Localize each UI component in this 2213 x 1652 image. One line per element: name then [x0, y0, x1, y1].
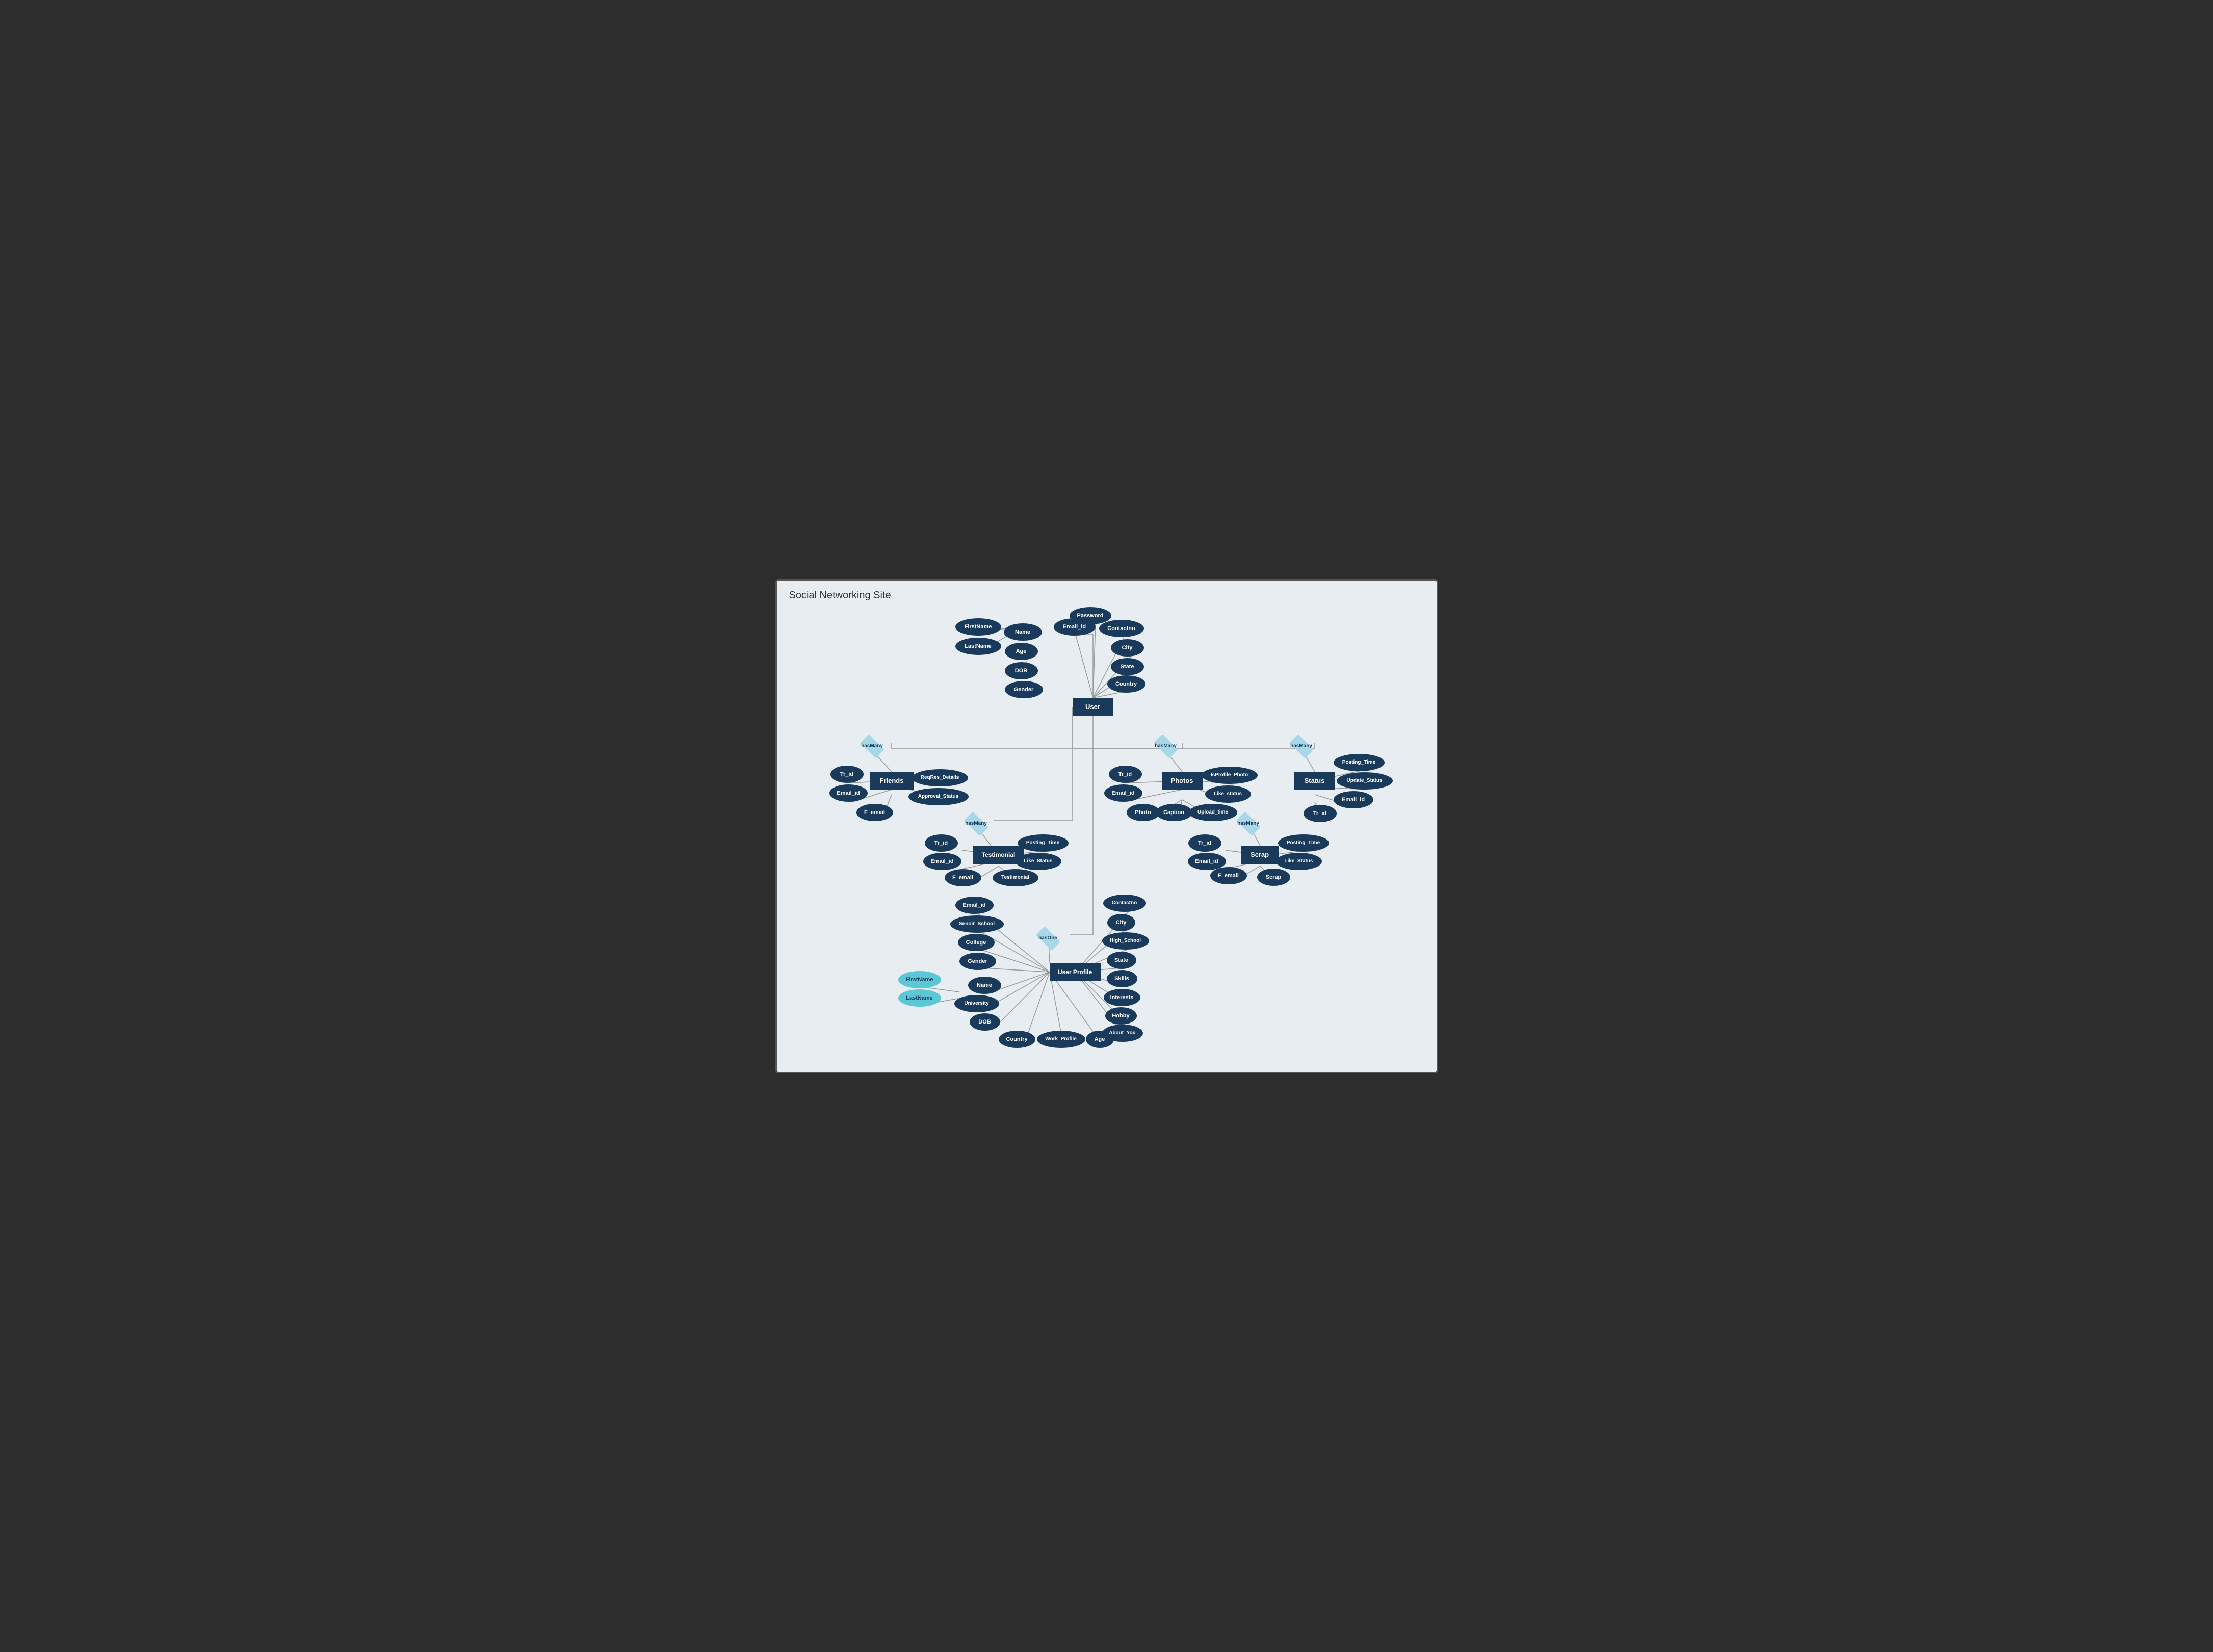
attr-sc-trid: Tr_id: [1188, 834, 1221, 852]
attr-up-gender: Gender: [959, 953, 996, 970]
attr-up-school: Senoir_School: [950, 915, 1004, 933]
attr-ph-photo: Photo: [1127, 804, 1160, 821]
attr-up-dob: DOB: [970, 1013, 1000, 1031]
attr-lastname: LastName: [955, 638, 1001, 655]
entity-friends[interactable]: Friends: [870, 772, 914, 790]
attr-sc-posttime: Posting_Time: [1278, 834, 1329, 852]
rel-hasmany3: hasMany: [1284, 737, 1319, 756]
attr-up-contactno: Contactno: [1103, 895, 1146, 912]
attr-f-trid: Tr_id: [830, 766, 864, 783]
entity-user[interactable]: User: [1073, 698, 1113, 716]
entity-scrap[interactable]: Scrap: [1241, 846, 1279, 864]
attr-city: City: [1111, 639, 1144, 657]
attr-al-firstname: FirstName: [898, 971, 941, 988]
attr-country: Country: [1107, 675, 1145, 693]
attr-te-femail: F_email: [945, 869, 981, 886]
attr-ph-like: Like_status: [1205, 785, 1251, 803]
attr-ph-emailid: Email_id: [1104, 784, 1142, 802]
attr-up-name: Name: [968, 977, 1001, 994]
attr-te-posttime: Posting_Time: [1018, 834, 1069, 852]
attr-sc-femail: F_email: [1210, 867, 1247, 884]
attr-up-workprofile: Work_Profile: [1037, 1031, 1085, 1048]
attr-up-college: College: [958, 934, 995, 951]
attr-st-trid: Tr_id: [1304, 805, 1337, 822]
attr-up-skills: Skills: [1107, 970, 1137, 987]
attr-ph-isprofile: IsProfile_Photo: [1202, 767, 1258, 784]
attr-sc-scrap: Scrap: [1257, 869, 1290, 886]
attr-up-city: City: [1107, 914, 1135, 931]
attr-te-trid: Tr_id: [925, 834, 958, 852]
attr-sc-emailid: Email_id: [1188, 853, 1226, 870]
attr-name: Name: [1004, 623, 1042, 641]
rel-hasone: hasOne: [1030, 929, 1066, 948]
attr-f-femail: F_email: [856, 804, 893, 821]
attr-ph-caption: Caption: [1156, 804, 1192, 821]
attr-f-approval: Approval_Status: [908, 788, 969, 805]
attr-sc-likestatus: Like_Status: [1276, 853, 1322, 870]
attr-up-university: University: [954, 995, 999, 1012]
attr-contactno: Contactno: [1099, 620, 1144, 637]
entity-userprofile[interactable]: User Profile: [1050, 963, 1101, 981]
attr-up-hobby: Hobby: [1105, 1007, 1137, 1025]
attr-dob: DOB: [1005, 662, 1038, 679]
attr-up-aboutyou: About_You: [1102, 1025, 1143, 1042]
entity-status[interactable]: Status: [1294, 772, 1335, 790]
rel-hasmany2: hasMany: [1148, 737, 1184, 756]
attr-te-emailid: Email_id: [923, 853, 961, 870]
rel-hasmany4: hasMany: [958, 814, 994, 833]
main-window: Social Networking Site: [775, 579, 1438, 1073]
rel-hasmany5: hasMany: [1231, 814, 1266, 833]
attr-f-emailid: Email_id: [829, 784, 868, 802]
attr-age: Age: [1005, 643, 1038, 660]
attr-st-posttime: Posting_Time: [1334, 754, 1385, 771]
attr-up-interests: Interests: [1104, 989, 1140, 1006]
attr-te-likestatus: Like_Status: [1016, 853, 1061, 870]
attr-te-testimonial: Testimonial: [993, 869, 1038, 886]
attr-ph-trid: Tr_id: [1109, 766, 1142, 783]
attr-al-lastname: LastName: [898, 989, 941, 1007]
attr-ph-upload: Upload_time: [1189, 804, 1237, 821]
entity-photos[interactable]: Photos: [1162, 772, 1203, 790]
attr-f-reqres: ReqRes_Details: [912, 769, 968, 786]
rel-hasmany1: hasMany: [854, 737, 890, 756]
attr-up-emailid: Email_id: [955, 897, 994, 914]
attr-firstname: FirstName: [955, 618, 1001, 636]
attr-st-emailid: Email_id: [1334, 791, 1373, 808]
attr-up-state: State: [1107, 952, 1136, 969]
attr-up-country: Country: [999, 1031, 1035, 1048]
attr-gender: Gender: [1005, 681, 1043, 698]
attr-st-update: Update_Status: [1337, 772, 1393, 790]
attr-password: Password: [1070, 607, 1111, 624]
attr-state: State: [1111, 658, 1144, 675]
attr-up-highschool: High_School: [1102, 932, 1149, 950]
